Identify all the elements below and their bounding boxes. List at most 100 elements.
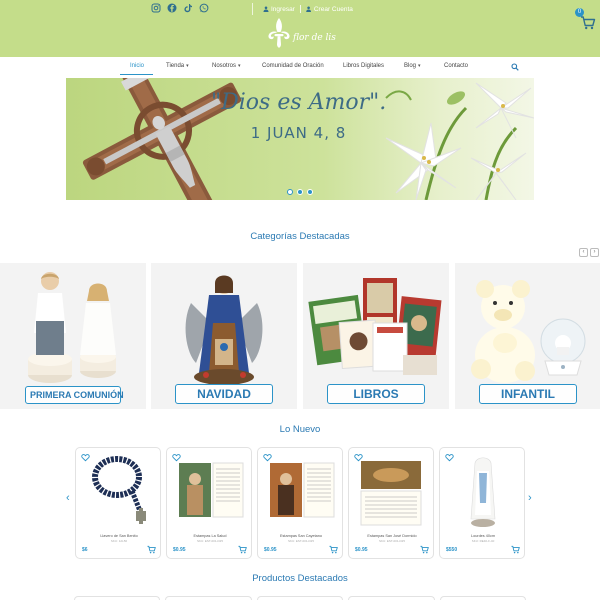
add-to-cart-icon[interactable] xyxy=(511,545,520,554)
nav-label: Nosotros xyxy=(212,63,237,69)
heart-icon[interactable] xyxy=(354,453,363,462)
account-separator xyxy=(299,5,301,13)
featured-title: Productos Destacados xyxy=(252,573,348,584)
heart-icon[interactable] xyxy=(81,453,90,462)
slider-dot[interactable] xyxy=(297,189,303,195)
header-divider xyxy=(252,3,253,15)
featured-cards-row xyxy=(74,596,527,600)
category-label: INFANTIL xyxy=(479,384,577,404)
whatsapp-icon[interactable] xyxy=(199,3,209,13)
heart-icon[interactable] xyxy=(445,453,454,462)
nav-label: Contacto xyxy=(444,63,469,69)
product-price: $6 xyxy=(82,547,88,553)
product-price: $0.95 xyxy=(355,547,368,553)
nav-label: Comunidad de Oración xyxy=(262,63,324,69)
tiktok-icon[interactable] xyxy=(183,3,193,13)
logo-text: flor de lis xyxy=(293,33,336,43)
product-card[interactable]: Estampas San José Dormido SKU: EST-001-D… xyxy=(348,447,434,559)
category-card-primera-comunion[interactable]: PRIMERA COMUNIÓN xyxy=(0,263,146,409)
chevron-right-icon[interactable]: › xyxy=(528,492,532,504)
product-price: $550 xyxy=(446,547,458,553)
new-products-title: Lo Nuevo xyxy=(279,424,321,435)
login-label: Ingresar xyxy=(271,5,295,13)
rosary-keychain-image xyxy=(92,456,146,524)
product-sku: SKU: 12L56 xyxy=(110,539,128,543)
product-name: Estampas San Cayetano xyxy=(279,534,322,538)
product-card[interactable]: Llavero de San Benito SKU: 12L56 $6 xyxy=(75,447,161,559)
social-links xyxy=(151,3,209,13)
virgin-of-lourdes-statue-image xyxy=(470,457,496,527)
search-icon[interactable] xyxy=(511,63,519,71)
categories-arrows: ‹ › xyxy=(579,248,599,257)
nav-item-nosotros[interactable]: Nosotros ▾ xyxy=(212,63,241,69)
nav-label: Inicio xyxy=(130,63,145,69)
product-card[interactable]: Estampas San Cayetano SKU: EST-001-D25 $… xyxy=(257,447,343,559)
main-nav: Inicio Tienda ▾ Nosotros ▾ Comunidad de Or… xyxy=(0,57,600,77)
product-name: Estampas La Salud xyxy=(193,534,227,538)
cart-icon xyxy=(581,16,596,30)
caret-down-icon: ▾ xyxy=(186,63,189,69)
heart-icon[interactable] xyxy=(263,453,272,462)
chevron-left-icon[interactable]: ‹ xyxy=(66,492,70,504)
hero-slider-dots xyxy=(287,189,313,195)
chevron-right-icon[interactable]: › xyxy=(590,248,599,257)
nav-item-tienda[interactable]: Tienda ▾ xyxy=(166,63,189,69)
product-sku: SKU: EST-001-D25 xyxy=(378,539,405,543)
cart-count-badge: 0 xyxy=(575,8,584,17)
heart-icon[interactable] xyxy=(172,453,181,462)
register-link[interactable]: Crear Cuenta xyxy=(306,6,353,13)
nav-item-libros-digitales[interactable]: Libros Digitales xyxy=(343,63,384,69)
product-price: $0.95 xyxy=(173,547,186,553)
nav-item-comunidad[interactable]: Comunidad de Oración xyxy=(262,63,324,69)
category-label: LIBROS xyxy=(327,384,425,404)
add-to-cart-icon[interactable] xyxy=(238,545,247,554)
nav-item-contacto[interactable]: Contacto xyxy=(444,63,468,69)
facebook-icon[interactable] xyxy=(167,3,177,13)
nav-active-indicator xyxy=(120,74,153,75)
lilies-image xyxy=(385,82,534,200)
hero-quote: "Dios es Amor". xyxy=(211,90,387,115)
product-name: Lourdes 40cm xyxy=(470,534,496,538)
product-card[interactable] xyxy=(256,596,344,600)
product-card[interactable] xyxy=(165,596,252,600)
chevron-left-icon[interactable]: ‹ xyxy=(579,248,588,257)
categories-title: Categorías Destacadas xyxy=(250,231,350,242)
hero-banner[interactable]: "Dios es Amor". 1 JUAN 4, 8 xyxy=(66,78,534,200)
add-to-cart-icon[interactable] xyxy=(147,545,156,554)
nav-item-blog[interactable]: Blog ▾ xyxy=(404,63,421,69)
product-price: $0.95 xyxy=(264,547,277,553)
account-links: Ingresar Crear Cuenta xyxy=(263,5,353,13)
category-card-navidad[interactable]: NAVIDAD xyxy=(151,263,297,409)
product-name: Estampas San José Dormido xyxy=(367,534,417,538)
category-label: PRIMERA COMUNIÓN xyxy=(25,386,124,404)
slider-dot[interactable] xyxy=(307,189,313,195)
add-to-cart-icon[interactable] xyxy=(329,545,338,554)
holy-card-image xyxy=(360,461,422,526)
slider-dot[interactable] xyxy=(287,189,293,195)
site-header: Ingresar Crear Cuenta flor de lis 0 xyxy=(0,0,600,57)
site-logo[interactable]: flor de lis xyxy=(266,16,336,50)
product-card[interactable]: Estampas La Salud SKU: EST-001-D25 $0.95 xyxy=(166,447,252,559)
caret-down-icon: ▾ xyxy=(418,63,421,69)
cart-button[interactable]: 0 xyxy=(575,8,596,30)
category-card-infantil[interactable]: INFANTIL xyxy=(455,263,600,409)
product-card[interactable] xyxy=(74,596,161,600)
product-name: Llavero de San Benito xyxy=(100,534,138,538)
product-card[interactable] xyxy=(439,596,527,600)
product-card[interactable] xyxy=(348,596,435,600)
caret-down-icon: ▾ xyxy=(238,63,241,69)
category-card-libros[interactable]: LIBROS xyxy=(303,263,449,409)
nav-label: Blog xyxy=(404,63,417,69)
product-sku: SKU: EST-001-D25 xyxy=(196,539,223,543)
nav-label: Tienda xyxy=(166,63,185,69)
nav-item-inicio[interactable]: Inicio xyxy=(130,63,144,69)
hero-reference: 1 JUAN 4, 8 xyxy=(250,124,347,142)
user-plus-icon xyxy=(306,6,311,12)
instagram-icon[interactable] xyxy=(151,3,161,13)
fleur-de-lis-icon xyxy=(268,18,290,48)
nav-label: Libros Digitales xyxy=(343,63,385,69)
add-to-cart-icon[interactable] xyxy=(420,545,429,554)
register-label: Crear Cuenta xyxy=(313,5,353,13)
login-link[interactable]: Ingresar xyxy=(263,6,295,13)
product-card[interactable]: Lourdes 40cm SKU: RE40-F-40 $550 xyxy=(439,447,525,559)
